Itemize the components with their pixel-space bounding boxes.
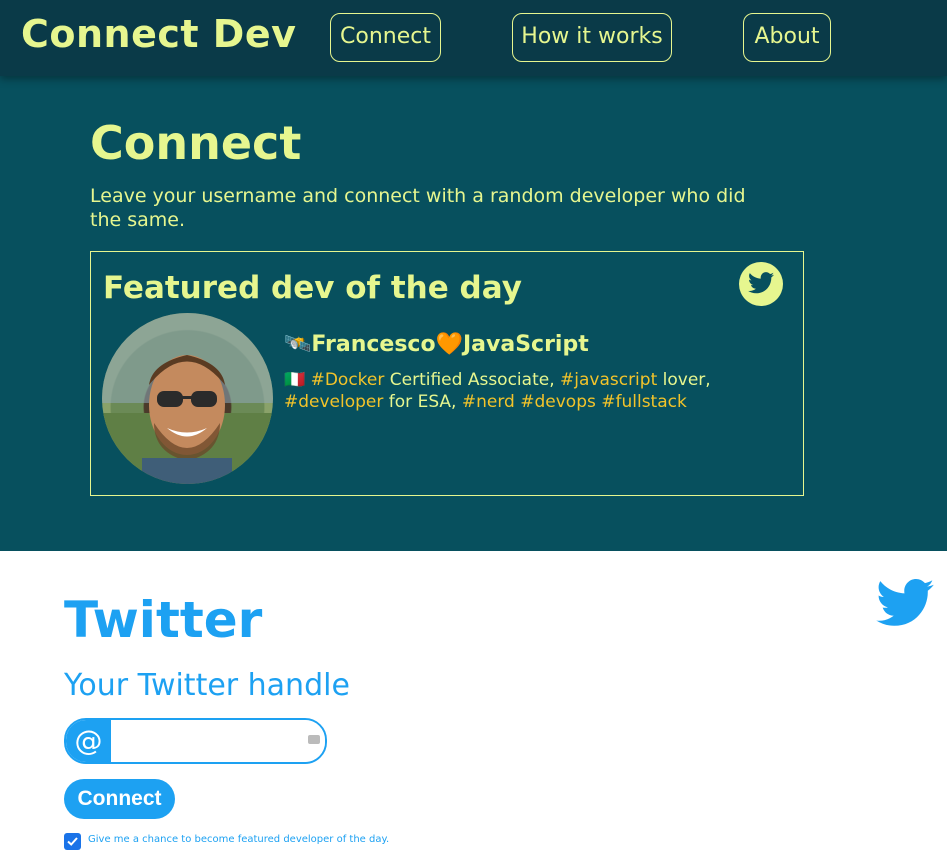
at-icon: @: [66, 720, 111, 762]
connect-button[interactable]: Connect: [64, 779, 175, 819]
autofill-key-icon[interactable]: [308, 735, 320, 744]
featured-opt-in-label[interactable]: Give me a chance to become featured deve…: [88, 834, 389, 845]
flag-icon: 🇮🇹: [284, 370, 306, 390]
page-title: Connect: [90, 116, 302, 170]
featured-dev-title: Featured dev of the day: [103, 270, 522, 306]
hashtag-javascript[interactable]: #javascript: [560, 370, 657, 390]
hashtag-nerd[interactable]: #nerd: [462, 392, 515, 412]
nav-how-it-works-button[interactable]: How it works: [512, 13, 672, 62]
hero-description: Leave your username and connect with a r…: [90, 185, 746, 231]
twitter-section: Twitter Your Twitter handle @ Connect Gi…: [0, 551, 947, 858]
twitter-bird-icon[interactable]: [876, 579, 934, 631]
nav-about-button[interactable]: About: [743, 13, 831, 62]
featured-dev-avatar: [102, 313, 273, 484]
hashtag-devops[interactable]: #devops: [520, 392, 596, 412]
featured-opt-in-checkbox[interactable]: [64, 833, 81, 850]
hashtag-developer[interactable]: #developer: [284, 392, 383, 412]
bio-text: for ESA,: [383, 392, 462, 412]
hashtag-fullstack[interactable]: #fullstack: [601, 392, 687, 412]
twitter-handle-group: @: [64, 718, 327, 764]
hashtag-docker[interactable]: #Docker: [311, 370, 385, 390]
connect-hero: Connect Leave your username and connect …: [0, 76, 947, 551]
featured-dev-name[interactable]: 🛰️Francesco🧡JavaScript: [284, 332, 589, 357]
twitter-handle-label: Your Twitter handle: [64, 668, 350, 703]
brand-logo[interactable]: Connect Dev: [21, 12, 296, 56]
twitter-section-title: Twitter: [64, 591, 263, 649]
top-nav: Connect Dev Connect How it works About: [0, 0, 947, 76]
twitter-handle-input[interactable]: [112, 720, 325, 762]
featured-dev-card: Featured dev of the day 🛰️Francesco🧡Java…: [90, 251, 804, 496]
bio-text: lover,: [657, 370, 711, 390]
nav-connect-button[interactable]: Connect: [330, 13, 441, 62]
bio-text: Certified Associate,: [384, 370, 560, 390]
featured-dev-bio: 🇮🇹 #Docker Certified Associate, #javascr…: [284, 369, 724, 413]
featured-twitter-icon[interactable]: [739, 262, 783, 306]
